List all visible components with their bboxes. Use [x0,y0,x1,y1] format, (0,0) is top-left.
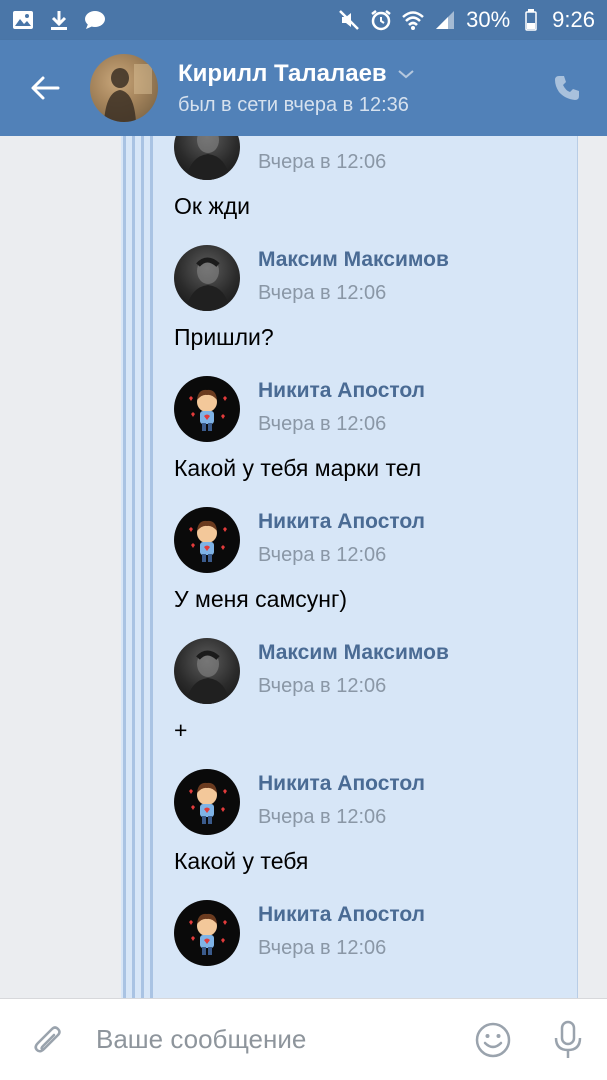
sender-name[interactable]: Никита Апостол [258,378,425,404]
contact-name-row: Кирилл Талалаев [178,60,415,88]
sender-name[interactable]: Максим Максимов [258,247,449,273]
microphone-icon [554,1020,582,1058]
forward-indicator-line [123,136,126,998]
status-left [12,9,106,31]
battery-icon [520,9,542,31]
attach-button[interactable] [0,999,96,1080]
chat-bubble-icon [84,9,106,31]
message-text: Какой у тебя [174,848,309,874]
message-time: Вчера в 12:06 [258,151,387,173]
contact-name: Кирилл Талалаев [178,59,387,87]
message-meta: Никита Апостол Вчера в 12:06 [258,507,425,567]
message-text: Ок жди [174,193,250,219]
message-text: Пришли? [174,324,274,350]
signal-icon [434,9,456,31]
message-time: Вчера в 12:06 [258,544,387,566]
emoji-button[interactable] [457,999,529,1080]
alarm-icon [370,9,392,31]
back-button[interactable] [0,40,90,136]
message-time: Вчера в 12:06 [258,806,387,828]
message-meta: Никита Апостол Вчера в 12:06 [258,769,425,829]
message-meta: Максим Максимов Вчера в 12:06 [258,136,449,174]
forwarded-message[interactable]: Максим Максимов Вчера в 12:06 Пришли? [174,245,574,351]
message-meta: Никита Апостол Вчера в 12:06 [258,376,425,436]
sender-avatar[interactable] [174,376,240,442]
back-arrow-icon [31,76,60,100]
sender-avatar[interactable] [174,245,240,311]
paperclip-icon [34,1025,61,1053]
forwarded-message[interactable]: Никита Апостол Вчера в 12:06 [174,900,574,966]
sender-avatar[interactable] [174,769,240,835]
call-button[interactable] [527,40,607,136]
message-header: Никита Апостол Вчера в 12:06 [174,769,574,835]
forwarded-message[interactable]: Никита Апостол Вчера в 12:06 У меня самсун… [174,507,574,613]
sender-avatar[interactable] [174,136,240,180]
forward-indicator-line [141,136,144,998]
message-header: Максим Максимов Вчера в 12:06 [174,136,574,180]
clock: 9:26 [552,7,595,32]
message-time: Вчера в 12:06 [258,282,387,304]
sender-avatar[interactable] [174,900,240,966]
message-text: У меня самсунг) [174,586,348,612]
message-text: + [174,717,188,743]
phone-icon [555,76,579,100]
message-meta: Никита Апостол Вчера в 12:06 [258,900,425,960]
image-icon [12,9,34,31]
sender-name[interactable]: Максим Максимов [258,640,449,666]
contact-last-seen: был в сети вчера в 12:36 [178,93,409,116]
message-input[interactable] [96,1009,457,1070]
message-header: Максим Максимов Вчера в 12:06 [174,245,574,311]
forward-indicator-line [150,136,153,998]
status-right: 30% 9:26 [338,7,595,33]
chevron-down-icon [398,69,414,78]
sender-avatar[interactable] [174,638,240,704]
forward-indicator-line [132,136,135,998]
wifi-icon [402,9,424,31]
message-time: Вчера в 12:06 [258,413,387,435]
sender-avatar[interactable] [174,507,240,573]
status-bar: 30% 9:26 [0,0,607,40]
forwarded-message[interactable]: Максим Максимов Вчера в 12:06 Ок жди [174,136,574,220]
battery-percent: 30% [466,7,511,32]
voice-message-button[interactable] [529,999,607,1080]
mute-icon [338,9,360,31]
message-list[interactable]: Максим МаксимовВчера в 12:06Ок ждиМаксим… [0,136,607,998]
sender-name[interactable]: Никита Апостол [258,771,425,797]
sender-name[interactable]: Максим Максимов [258,136,449,142]
sender-name[interactable]: Никита Апостол [258,902,425,928]
message-composer [0,998,607,1080]
forwarded-message[interactable]: Никита Апостол Вчера в 12:06 Какой у тебя … [174,376,574,482]
forwarded-message[interactable]: Никита Апостол Вчера в 12:06 Какой у тебя [174,769,574,875]
message-header: Никита Апостол Вчера в 12:06 [174,376,574,442]
contact-info[interactable]: Кирилл Талалаев был в сети вчера в 12:36 [178,60,415,117]
message-text: Какой у тебя марки тел [174,455,422,481]
forwarded-message[interactable]: Максим Максимов Вчера в 12:06 + [174,638,574,744]
message-header: Никита Апостол Вчера в 12:06 [174,507,574,573]
message-meta: Максим Максимов Вчера в 12:06 [258,638,449,698]
message-time: Вчера в 12:06 [258,937,387,959]
message-time: Вчера в 12:06 [258,675,387,697]
download-icon [48,9,70,31]
sender-name[interactable]: Никита Апостол [258,509,425,535]
message-header: Максим Максимов Вчера в 12:06 [174,638,574,704]
smiley-icon [475,1022,511,1057]
contact-avatar[interactable] [90,54,158,122]
message-header: Никита Апостол Вчера в 12:06 [174,900,574,966]
chat-header: Кирилл Талалаев был в сети вчера в 12:36 [0,40,607,136]
message-meta: Максим Максимов Вчера в 12:06 [258,245,449,305]
